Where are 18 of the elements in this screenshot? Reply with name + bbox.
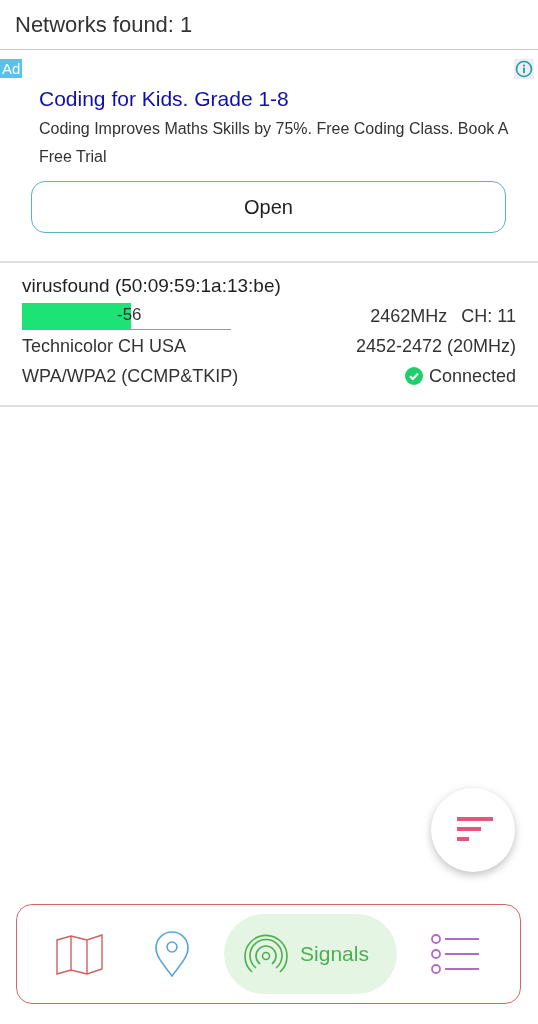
- frequency-range: 2452-2472 (20MHz): [355, 335, 516, 357]
- signal-icon: [242, 932, 291, 976]
- location-pin-icon: [154, 931, 190, 977]
- security: WPA/WPA2 (CCMP&TKIP): [22, 365, 239, 387]
- ad-description: Coding Improves Maths Skills by 75%. Free Coding Class. Book A Free Trial: [39, 119, 508, 167]
- ad-title[interactable]: Coding for Kids. Grade 1-8: [39, 87, 538, 111]
- screen-title: Networks found: 1: [15, 11, 193, 38]
- sort-button[interactable]: [431, 788, 515, 872]
- connection-status: Connected: [428, 365, 516, 387]
- open-button[interactable]: Open: [31, 181, 506, 233]
- vendor: Technicolor CH USA: [22, 335, 187, 357]
- channel: CH: 11: [461, 305, 516, 327]
- frequency: 2462MHz: [370, 305, 448, 327]
- network-name: virusfound (50:09:59:1a:13:be): [22, 275, 282, 297]
- info-icon[interactable]: [514, 59, 534, 79]
- list-icon: [430, 934, 481, 974]
- map-icon: [56, 932, 104, 976]
- ad-badge: Ad: [0, 59, 23, 78]
